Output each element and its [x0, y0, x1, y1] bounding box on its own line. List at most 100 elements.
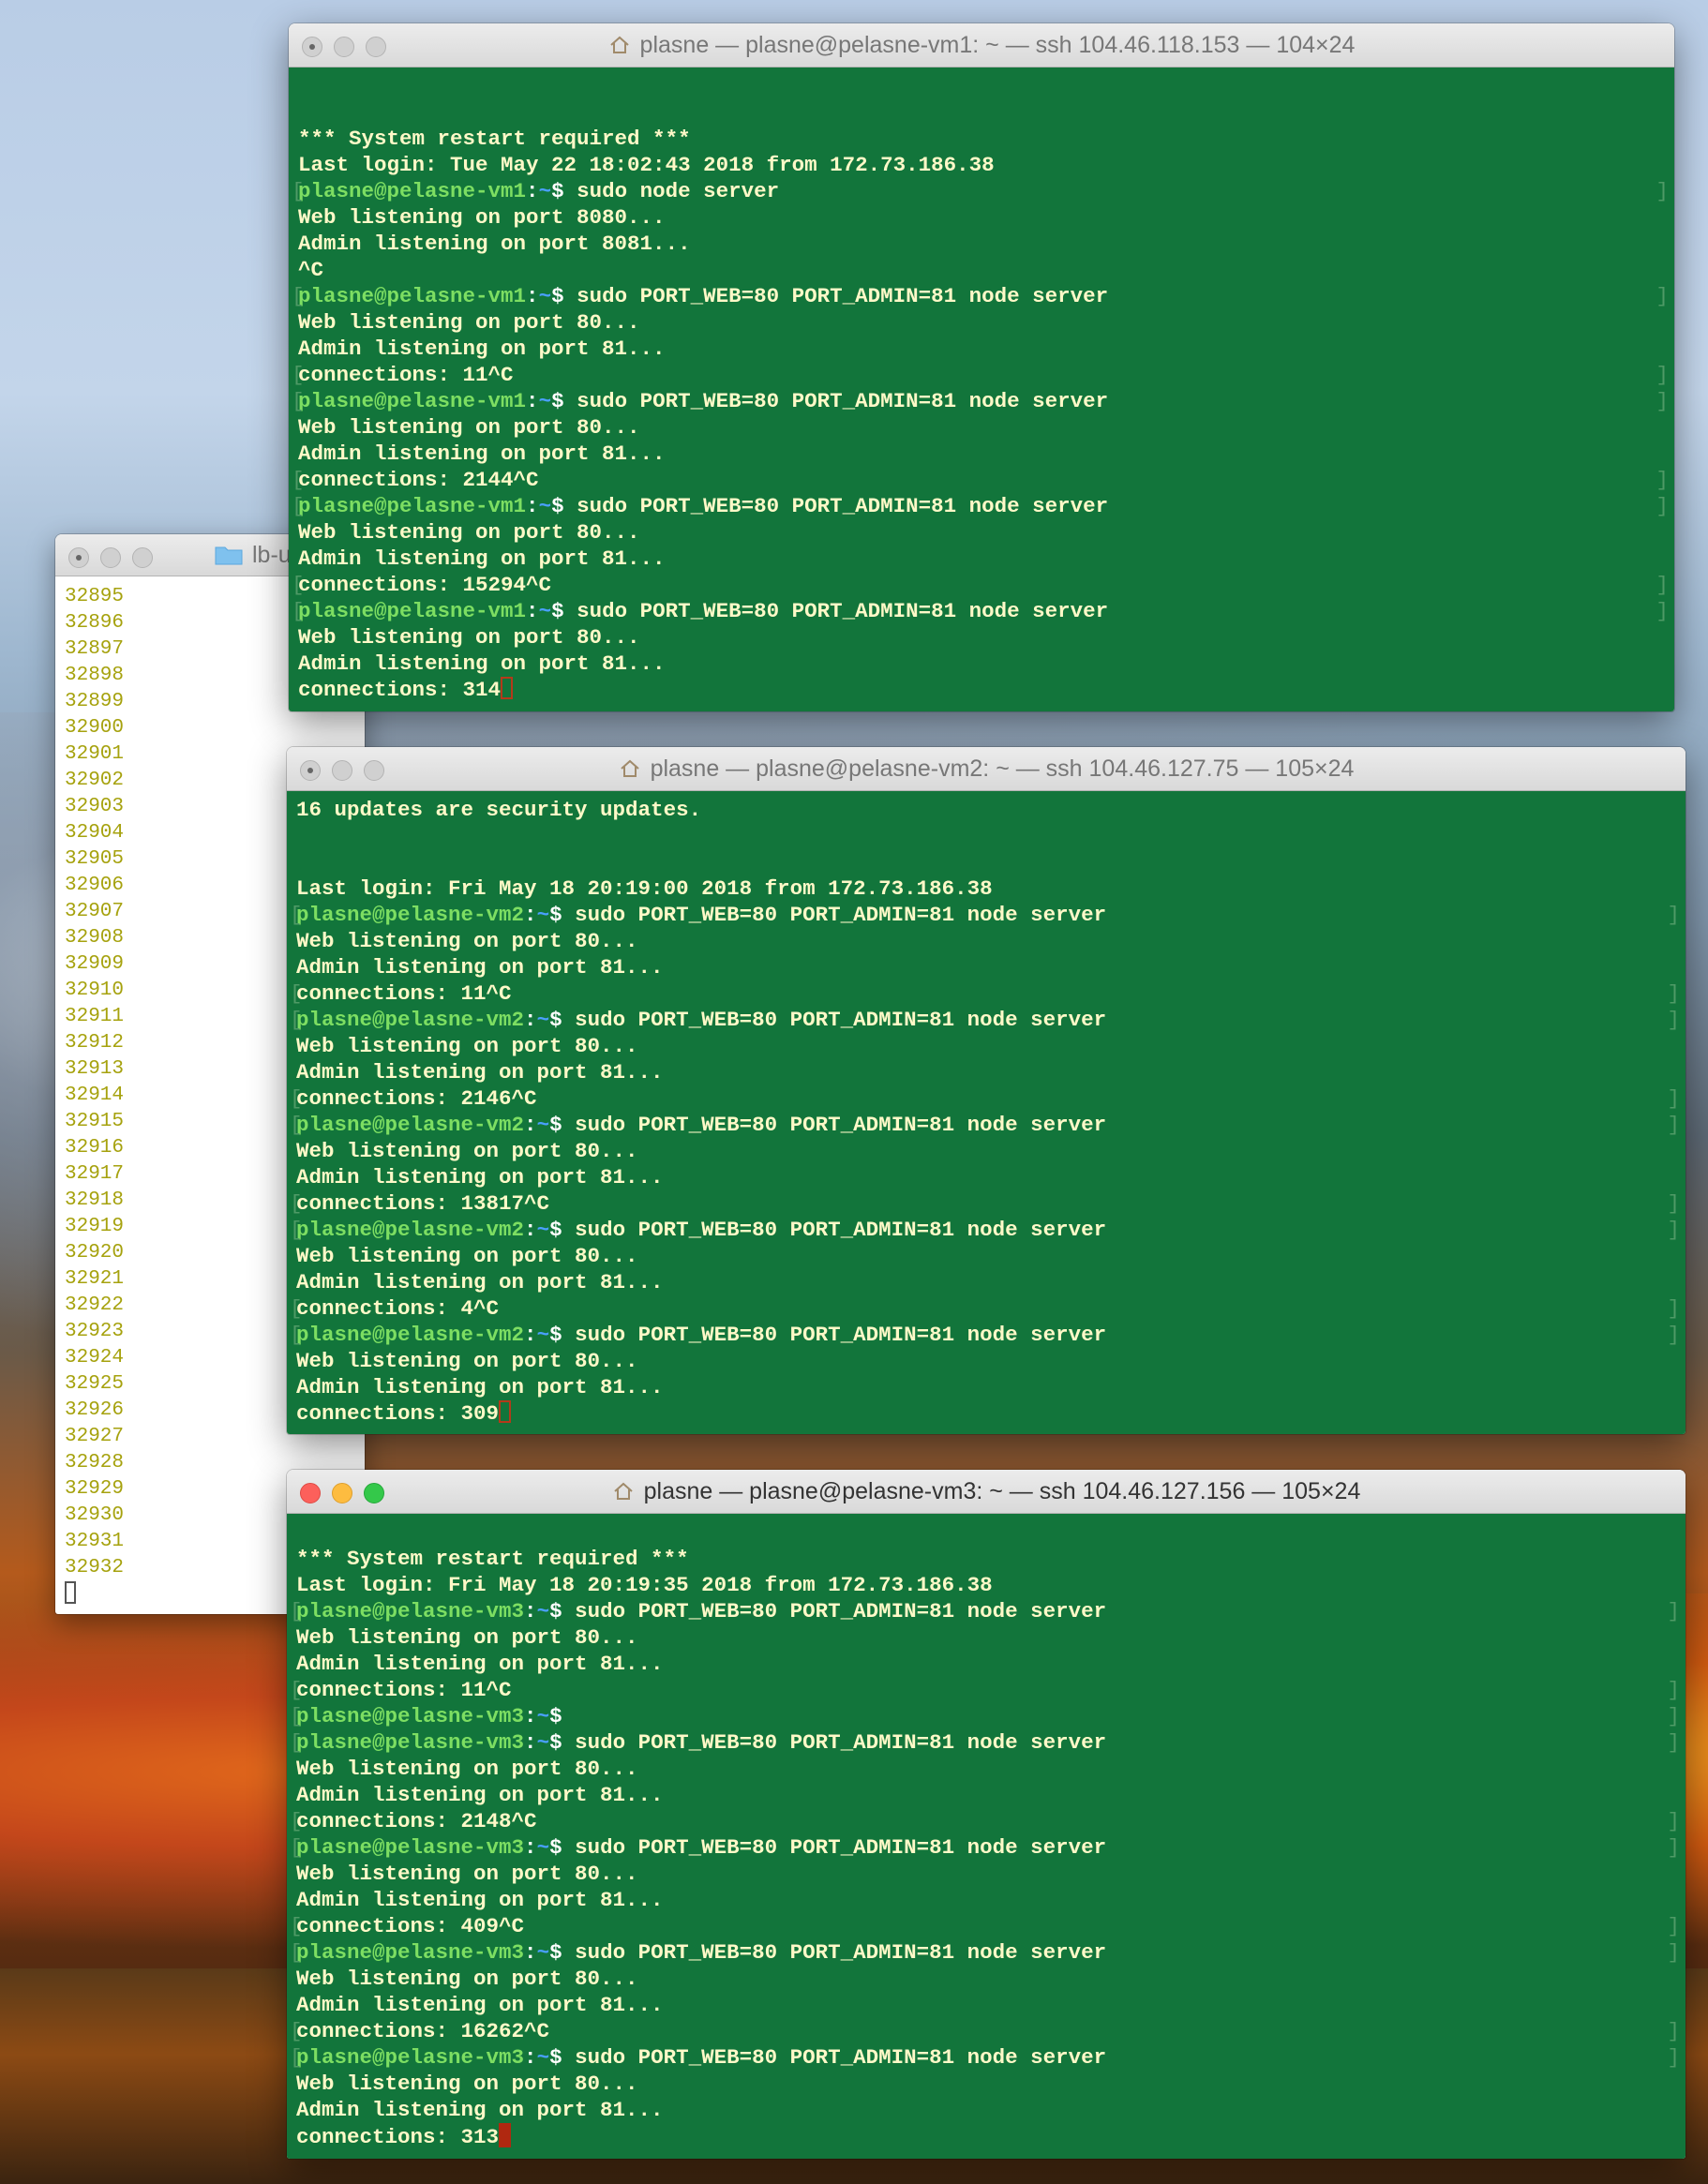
line-bracket-left: [	[290, 1218, 303, 1242]
terminal-line: [] connections: 11^C	[290, 1677, 1680, 1703]
zoom-button[interactable]	[132, 547, 153, 568]
output-text: ^C	[298, 258, 324, 282]
prompt-user-host: plasne@pelasne-vm2	[296, 903, 525, 927]
terminal-window-vm2[interactable]: plasne — plasne@pelasne-vm2: ~ — ssh 104…	[287, 747, 1686, 1434]
terminal-cursor	[501, 677, 514, 699]
output-text: *** System restart required ***	[296, 1547, 689, 1571]
terminal-line: Admin listening on port 8081...	[298, 231, 1665, 257]
close-button[interactable]	[300, 760, 321, 781]
output-text: Admin listening on port 81...	[296, 1652, 664, 1676]
prompt-symbol: $	[549, 1730, 576, 1755]
prompt-path: ~	[536, 2045, 550, 2070]
output-text: Admin listening on port 81...	[298, 651, 666, 676]
prompt-path: ~	[538, 389, 552, 413]
output-text: Admin listening on port 81...	[296, 1060, 664, 1085]
terminal-body-vm2[interactable]: 16 updates are security updates. Last log…	[287, 791, 1686, 1434]
terminal-line: *** System restart required ***	[296, 1546, 1676, 1572]
terminal-body-vm1[interactable]: *** System restart required *** Last logi…	[289, 67, 1674, 711]
line-bracket-right: ]	[1667, 1218, 1680, 1242]
prompt-symbol: $	[549, 903, 576, 927]
output-text: Web listening on port 80...	[296, 1139, 638, 1163]
terminal-body-vm3[interactable]: *** System restart required *** Last logi…	[287, 1514, 1686, 2159]
prompt-symbol: $	[549, 1940, 576, 1965]
line-bracket-left: [	[290, 1678, 303, 1702]
terminal-titlebar-vm1[interactable]: plasne — plasne@pelasne-vm1: ~ — ssh 104…	[289, 23, 1674, 67]
close-button[interactable]	[300, 1483, 321, 1503]
terminal-window-vm1[interactable]: plasne — plasne@pelasne-vm1: ~ — ssh 104…	[289, 23, 1674, 711]
terminal-line: Last login: Tue May 22 18:02:43 2018 fro…	[298, 152, 1665, 178]
output-text: Web listening on port 80...	[296, 2072, 638, 2096]
terminal-line: Last login: Fri May 18 20:19:00 2018 fro…	[296, 875, 1676, 902]
output-text: connections: 2148^C	[296, 1809, 537, 1833]
editor-title-text: lb-u	[252, 541, 292, 568]
prompt-separator: :	[524, 1835, 537, 1860]
prompt-path: ~	[536, 1218, 550, 1242]
close-button[interactable]	[68, 547, 89, 568]
zoom-button[interactable]	[364, 760, 384, 781]
line-bracket-left: [	[290, 1835, 303, 1860]
terminal-line: [] plasne@pelasne-vm3:~$ sudo PORT_WEB=80…	[290, 2044, 1680, 2071]
prompt-user-host: plasne@pelasne-vm2	[296, 1323, 525, 1347]
prompt-symbol: $	[549, 1835, 576, 1860]
line-bracket-left: [	[290, 1191, 303, 1216]
terminal-line: connections: 313	[296, 2123, 1676, 2149]
prompt-path: ~	[538, 284, 552, 308]
terminal-line: [] plasne@pelasne-vm3:~$ sudo PORT_WEB=80…	[290, 1834, 1680, 1861]
line-bracket-right: ]	[1667, 1809, 1680, 1833]
prompt-separator: :	[524, 1599, 537, 1623]
close-button[interactable]	[302, 37, 322, 57]
output-text: connections: 16262^C	[296, 2019, 550, 2043]
terminal-line: 16 updates are security updates.	[296, 797, 1676, 823]
terminal-line: Web listening on port 80...	[296, 1624, 1676, 1651]
prompt-separator: :	[524, 1704, 537, 1728]
terminal-line: Admin listening on port 81...	[296, 2097, 1676, 2123]
terminal-line: Web listening on port 80...	[296, 1348, 1676, 1374]
minimize-button[interactable]	[332, 760, 352, 781]
line-bracket-left: [	[292, 179, 305, 203]
line-bracket-right: ]	[1667, 1599, 1680, 1623]
line-bracket-right: ]	[1667, 2045, 1680, 2070]
terminal-line: Web listening on port 80...	[296, 1966, 1676, 1992]
terminal-titlebar-vm3[interactable]: plasne — plasne@pelasne-vm3: ~ — ssh 104…	[287, 1470, 1686, 1514]
terminal-line: Admin listening on port 81...	[296, 1992, 1676, 2018]
line-bracket-right: ]	[1667, 1704, 1680, 1728]
terminal-line: [] plasne@pelasne-vm1:~$ sudo node server	[292, 178, 1669, 204]
output-text: connections: 13817^C	[296, 1191, 550, 1216]
terminal-line: [] plasne@pelasne-vm3:~$	[290, 1703, 1680, 1729]
minimize-button[interactable]	[332, 1483, 352, 1503]
prompt-separator: :	[524, 1323, 537, 1347]
prompt-separator: :	[524, 1218, 537, 1242]
line-bracket-right: ]	[1656, 468, 1669, 492]
minimize-button[interactable]	[100, 547, 121, 568]
output-text: connections: 2144^C	[298, 468, 539, 492]
terminal-line: Web listening on port 80...	[296, 928, 1676, 954]
home-icon	[609, 36, 629, 53]
output-text: Admin listening on port 81...	[296, 1165, 664, 1189]
terminal-line: Web listening on port 80...	[296, 1243, 1676, 1269]
zoom-button[interactable]	[364, 1483, 384, 1503]
command-text: sudo PORT_WEB=80 PORT_ADMIN=81 node serv…	[575, 1730, 1107, 1755]
prompt-user-host: plasne@pelasne-vm3	[296, 1599, 525, 1623]
output-text: Web listening on port 80...	[296, 1862, 638, 1886]
output-text: connections: 15294^C	[298, 573, 552, 597]
command-text: sudo PORT_WEB=80 PORT_ADMIN=81 node serv…	[575, 1323, 1107, 1347]
zoom-button[interactable]	[366, 37, 386, 57]
line-bracket-right: ]	[1667, 1008, 1680, 1032]
terminal-line: Web listening on port 8080...	[298, 204, 1665, 231]
terminal-title-vm1: plasne — plasne@pelasne-vm1: ~ — ssh 104…	[289, 32, 1674, 59]
terminal-titlebar-vm2[interactable]: plasne — plasne@pelasne-vm2: ~ — ssh 104…	[287, 747, 1686, 791]
prompt-symbol: $	[551, 284, 577, 308]
terminal-cursor	[499, 2123, 512, 2147]
terminal-window-vm3[interactable]: plasne — plasne@pelasne-vm3: ~ — ssh 104…	[287, 1470, 1686, 2159]
prompt-separator: :	[526, 284, 539, 308]
command-text: sudo PORT_WEB=80 PORT_ADMIN=81 node serv…	[577, 599, 1109, 623]
terminal-line: [] connections: 2146^C	[290, 1085, 1680, 1112]
prompt-path: ~	[536, 1008, 550, 1032]
output-text: Admin listening on port 81...	[296, 1375, 664, 1399]
output-text: 16 updates are security updates.	[296, 798, 702, 822]
minimize-button[interactable]	[334, 37, 354, 57]
output-text: Web listening on port 80...	[298, 520, 640, 545]
terminal-line: Web listening on port 80...	[296, 2071, 1676, 2097]
